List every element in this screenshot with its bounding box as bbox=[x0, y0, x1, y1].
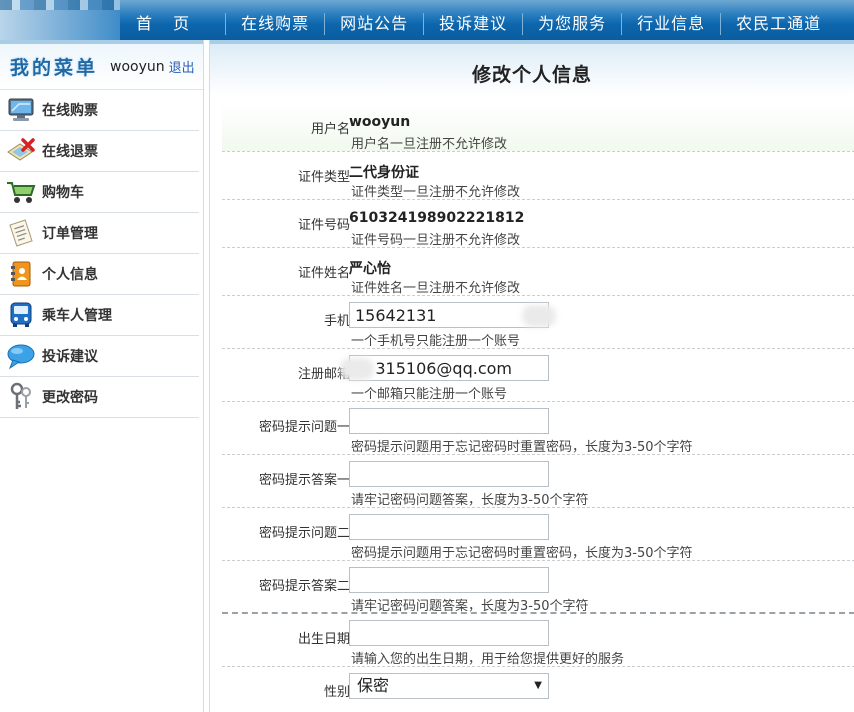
field-label: 密码提示问题一 bbox=[258, 420, 350, 435]
nav-services[interactable]: 为您服务 bbox=[522, 13, 621, 35]
form-row-answer2: 密码提示答案二 请牢记密码问题答案，长度为3-50个字符 bbox=[222, 561, 854, 614]
field-label: 用户名 bbox=[310, 122, 350, 137]
sidebar-item-refund-ticket[interactable]: 在线退票 bbox=[0, 131, 199, 172]
main-header: 修改个人信息 bbox=[210, 40, 854, 96]
page-title: 修改个人信息 bbox=[471, 64, 592, 86]
sidebar-item-change-password[interactable]: 更改密码 bbox=[0, 377, 199, 418]
field-hint: 请输入您的出生日期，用于给您提供更好的服务 bbox=[351, 652, 625, 667]
header-banner-image bbox=[0, 0, 120, 40]
form-row-question1: 密码提示问题一 密码提示问题用于忘记密码时重置密码，长度为3-50个字符 bbox=[222, 402, 854, 455]
security-question-2-input[interactable] bbox=[349, 514, 549, 540]
form-row-username: 用户名 wooyun 用户名一旦注册不允许修改 bbox=[222, 104, 854, 152]
sidebar-item-passenger-management[interactable]: 乘车人管理 bbox=[0, 295, 199, 336]
monitor-icon bbox=[6, 95, 36, 125]
bus-icon bbox=[6, 300, 36, 330]
document-icon bbox=[6, 218, 36, 248]
form-row-question2: 密码提示问题二 密码提示问题用于忘记密码时重置密码，长度为3-50个字符 bbox=[222, 508, 854, 561]
field-hint: 请牢记密码问题答案，长度为3-50个字符 bbox=[351, 599, 589, 614]
sidebar-item-online-ticket[interactable]: 在线购票 bbox=[0, 90, 199, 131]
email-input[interactable] bbox=[349, 355, 549, 381]
field-hint: 一个邮箱只能注册一个账号 bbox=[351, 387, 508, 402]
profile-form: 用户名 wooyun 用户名一旦注册不允许修改 证件类型 二代身份证 证件类型一… bbox=[222, 104, 854, 712]
form-row-id-number: 证件号码 610324198902221812 证件号码一旦注册不允许修改 bbox=[222, 200, 854, 248]
nav-online-ticket[interactable]: 在线购票 bbox=[225, 13, 324, 35]
sidebar-item-label: 个人信息 bbox=[42, 267, 98, 283]
field-label: 证件姓名 bbox=[297, 266, 350, 281]
current-username: wooyun bbox=[110, 58, 165, 75]
nav-home[interactable]: 首 页 bbox=[108, 13, 225, 35]
security-answer-1-input[interactable] bbox=[349, 461, 549, 487]
field-label: 证件号码 bbox=[297, 218, 350, 233]
keys-icon bbox=[6, 382, 36, 412]
sidebar: 我的菜单 wooyun 退出 在线购票 在线退票 购物车 订单管理 个人信息 乘… bbox=[0, 40, 204, 712]
ticket-cancel-icon bbox=[6, 136, 36, 166]
phone-input[interactable] bbox=[349, 302, 549, 328]
id-type-value: 二代身份证 bbox=[349, 165, 419, 181]
top-nav-bar: 首 页 在线购票 网站公告 投诉建议 为您服务 行业信息 农民工通道 bbox=[0, 0, 854, 40]
sidebar-item-order-management[interactable]: 订单管理 bbox=[0, 213, 199, 254]
field-label: 密码提示答案一 bbox=[258, 473, 350, 488]
sidebar-item-label: 投诉建议 bbox=[42, 349, 98, 365]
field-label: 密码提示问题二 bbox=[258, 526, 350, 541]
username-value: wooyun bbox=[349, 114, 411, 130]
field-label: 性别 bbox=[323, 685, 350, 700]
main-nav: 首 页 在线购票 网站公告 投诉建议 为您服务 行业信息 农民工通道 bbox=[108, 8, 827, 40]
form-row-id-name: 证件姓名 严心怡 证件姓名一旦注册不允许修改 bbox=[222, 248, 854, 296]
form-row-phone: 手机 一个手机号只能注册一个账号 bbox=[222, 296, 854, 349]
nav-industry-info[interactable]: 行业信息 bbox=[621, 13, 720, 35]
dropdown-arrow-icon: ▼ bbox=[534, 680, 542, 691]
logout-link[interactable]: 退出 bbox=[169, 57, 195, 76]
id-name-value: 严心怡 bbox=[349, 261, 391, 277]
field-label: 密码提示答案二 bbox=[258, 579, 350, 594]
nav-migrant-worker-channel[interactable]: 农民工通道 bbox=[720, 13, 827, 35]
sidebar-item-label: 更改密码 bbox=[42, 390, 98, 406]
sidebar-title: 我的菜单 bbox=[10, 57, 99, 79]
gender-select[interactable]: 保密 ▼ bbox=[349, 673, 549, 699]
nav-announcements[interactable]: 网站公告 bbox=[324, 13, 423, 35]
gender-selected-value: 保密 bbox=[357, 676, 390, 695]
security-answer-2-input[interactable] bbox=[349, 567, 549, 593]
sidebar-item-shopping-cart[interactable]: 购物车 bbox=[0, 172, 199, 213]
field-hint: 证件类型一旦注册不允许修改 bbox=[351, 185, 521, 200]
form-row-id-type: 证件类型 二代身份证 证件类型一旦注册不允许修改 bbox=[222, 152, 854, 200]
sidebar-item-label: 在线购票 bbox=[42, 103, 98, 119]
field-hint: 证件姓名一旦注册不允许修改 bbox=[351, 281, 521, 296]
form-row-birthday: 出生日期 请输入您的出生日期，用于给您提供更好的服务 bbox=[222, 614, 854, 667]
form-row-gender: 性别 保密 ▼ bbox=[222, 667, 854, 712]
id-number-value: 610324198902221812 bbox=[349, 210, 525, 226]
nav-complaints[interactable]: 投诉建议 bbox=[423, 13, 522, 35]
sidebar-item-label: 在线退票 bbox=[42, 144, 98, 160]
contact-book-icon bbox=[6, 259, 36, 289]
form-row-email: 注册邮箱 一个邮箱只能注册一个账号 bbox=[222, 349, 854, 402]
main-panel: 修改个人信息 用户名 wooyun 用户名一旦注册不允许修改 证件类型 二代身份… bbox=[209, 40, 854, 712]
field-hint: 密码提示问题用于忘记密码时重置密码，长度为3-50个字符 bbox=[351, 440, 693, 455]
form-row-answer1: 密码提示答案一 请牢记密码问题答案，长度为3-50个字符 bbox=[222, 455, 854, 508]
sidebar-header: 我的菜单 wooyun 退出 bbox=[0, 40, 203, 90]
field-label: 注册邮箱 bbox=[297, 367, 350, 382]
shopping-cart-icon bbox=[6, 177, 36, 207]
sidebar-item-label: 购物车 bbox=[42, 185, 84, 201]
security-question-1-input[interactable] bbox=[349, 408, 549, 434]
birthday-input[interactable] bbox=[349, 620, 549, 646]
field-hint: 密码提示问题用于忘记密码时重置密码，长度为3-50个字符 bbox=[351, 546, 693, 561]
field-label: 证件类型 bbox=[297, 170, 350, 185]
field-hint: 用户名一旦注册不允许修改 bbox=[351, 137, 508, 152]
field-label: 手机 bbox=[323, 314, 350, 329]
sidebar-item-label: 乘车人管理 bbox=[42, 308, 112, 324]
sidebar-item-label: 订单管理 bbox=[42, 226, 98, 242]
field-hint: 一个手机号只能注册一个账号 bbox=[351, 334, 521, 349]
field-label: 出生日期 bbox=[297, 632, 350, 647]
sidebar-item-complaints[interactable]: 投诉建议 bbox=[0, 336, 199, 377]
sidebar-item-personal-info[interactable]: 个人信息 bbox=[0, 254, 199, 295]
field-hint: 请牢记密码问题答案，长度为3-50个字符 bbox=[351, 493, 589, 508]
speech-bubble-icon bbox=[6, 341, 36, 371]
field-hint: 证件号码一旦注册不允许修改 bbox=[351, 233, 521, 248]
